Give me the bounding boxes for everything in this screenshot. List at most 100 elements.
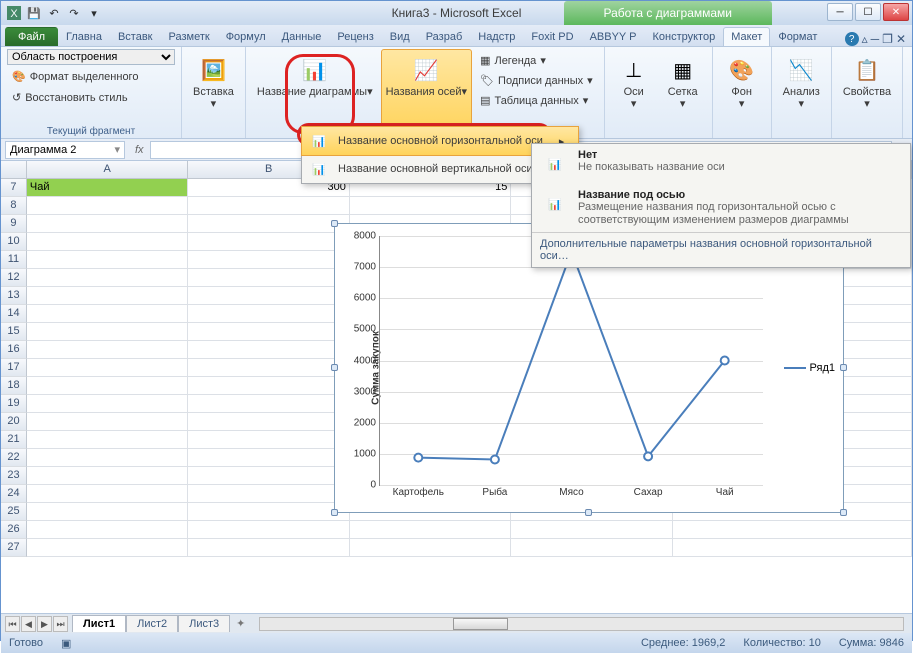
row-9[interactable]: 9 [1, 215, 27, 233]
doc-close-icon[interactable]: ✕ [896, 32, 906, 46]
fx-icon[interactable]: fx [129, 144, 150, 156]
row-15[interactable]: 15 [1, 323, 27, 341]
row-14[interactable]: 14 [1, 305, 27, 323]
cell-B21[interactable] [188, 431, 349, 449]
row-27[interactable]: 27 [1, 539, 27, 557]
row-11[interactable]: 11 [1, 251, 27, 269]
axes-button[interactable]: ⊥Оси▾ [611, 49, 657, 136]
data-table-button[interactable]: ▤Таблица данных ▾ [475, 91, 598, 110]
cell-A8[interactable] [27, 197, 188, 215]
format-selection-button[interactable]: 🎨Формат выделенного [7, 67, 175, 86]
cell-B25[interactable] [188, 503, 349, 521]
cell-A10[interactable] [27, 233, 188, 251]
cell-A9[interactable] [27, 215, 188, 233]
cell-B27[interactable] [188, 539, 349, 557]
cell-A22[interactable] [27, 449, 188, 467]
cell-B13[interactable] [188, 287, 349, 305]
row-20[interactable]: 20 [1, 413, 27, 431]
cell-A25[interactable] [27, 503, 188, 521]
horizontal-scrollbar[interactable] [259, 617, 904, 631]
tab-page-layout[interactable]: Разметк [161, 27, 218, 46]
tab-formulas[interactable]: Формул [218, 27, 274, 46]
tab-addins[interactable]: Надстр [470, 27, 523, 46]
cell-B8[interactable] [188, 197, 349, 215]
doc-restore-icon[interactable]: ❐ [882, 32, 893, 46]
properties-button[interactable]: 📋Свойства▾ [838, 49, 896, 111]
cell-B23[interactable] [188, 467, 349, 485]
cell-B16[interactable] [188, 341, 349, 359]
cell-A20[interactable] [27, 413, 188, 431]
chart-legend[interactable]: Ряд1 [784, 362, 835, 374]
cell-B22[interactable] [188, 449, 349, 467]
cell-B18[interactable] [188, 377, 349, 395]
chart-handle-s[interactable] [585, 509, 592, 516]
cell-A26[interactable] [27, 521, 188, 539]
row-26[interactable]: 26 [1, 521, 27, 539]
chart-handle-sw[interactable] [331, 509, 338, 516]
row-16[interactable]: 16 [1, 341, 27, 359]
cell-B12[interactable] [188, 269, 349, 287]
data-labels-button[interactable]: 🏷Подписи данных ▾ [475, 71, 598, 90]
sheet-tab-3[interactable]: Лист3 [178, 615, 230, 632]
tab-chart-format[interactable]: Формат [770, 27, 825, 46]
ribbon-minimize-icon[interactable]: ▵ [862, 32, 868, 46]
row-8[interactable]: 8 [1, 197, 27, 215]
tab-home[interactable]: Главна [58, 27, 110, 46]
cell-A18[interactable] [27, 377, 188, 395]
cell-B10[interactable] [188, 233, 349, 251]
cell-A27[interactable] [27, 539, 188, 557]
tab-nav-last[interactable]: ⏭ [53, 616, 68, 632]
tab-data[interactable]: Данные [274, 27, 330, 46]
row-10[interactable]: 10 [1, 233, 27, 251]
insert-button[interactable]: 🖼️ Вставка▾ [188, 49, 239, 111]
cell-D26[interactable] [511, 521, 672, 539]
plot-area[interactable]: 010002000300040005000600070008000Картофе… [379, 236, 763, 486]
tab-nav-next[interactable]: ▶ [37, 616, 52, 632]
cell-A15[interactable] [27, 323, 188, 341]
help-icon[interactable]: ? [845, 32, 859, 46]
row-25[interactable]: 25 [1, 503, 27, 521]
tab-view[interactable]: Вид [382, 27, 418, 46]
cell-A7[interactable]: Чай [27, 179, 188, 197]
cell-A12[interactable] [27, 269, 188, 287]
cell-E26[interactable] [673, 521, 912, 539]
cell-B17[interactable] [188, 359, 349, 377]
cell-A13[interactable] [27, 287, 188, 305]
chart-handle-se[interactable] [840, 509, 847, 516]
tab-nav-prev[interactable]: ◀ [21, 616, 36, 632]
cell-B19[interactable] [188, 395, 349, 413]
macro-icon[interactable]: ▣ [61, 637, 71, 650]
row-12[interactable]: 12 [1, 269, 27, 287]
undo-icon[interactable]: ↶ [45, 4, 63, 22]
cell-A21[interactable] [27, 431, 188, 449]
cell-A14[interactable] [27, 305, 188, 323]
chart-handle-nw[interactable] [331, 220, 338, 227]
cell-A19[interactable] [27, 395, 188, 413]
analysis-button[interactable]: 📉Анализ▾ [778, 49, 825, 111]
row-24[interactable]: 24 [1, 485, 27, 503]
chart-handle-w[interactable] [331, 364, 338, 371]
minimize-button[interactable]: ─ [827, 3, 853, 21]
chart-title-button[interactable]: 📊 Название диаграммы▾ [252, 49, 378, 136]
qat-more-icon[interactable]: ▾ [85, 4, 103, 22]
cell-C27[interactable] [350, 539, 511, 557]
tab-chart-layout[interactable]: Макет [723, 27, 770, 46]
row-21[interactable]: 21 [1, 431, 27, 449]
cell-B14[interactable] [188, 305, 349, 323]
sheet-tab-1[interactable]: Лист1 [72, 615, 126, 632]
tab-insert[interactable]: Вставк [110, 27, 161, 46]
doc-minimize-icon[interactable]: ─ [871, 32, 880, 46]
cell-B11[interactable] [188, 251, 349, 269]
tab-review[interactable]: Реценз [329, 27, 381, 46]
row-17[interactable]: 17 [1, 359, 27, 377]
axis-title-below[interactable]: 📊 Название под осьюРазмещение названия п… [532, 184, 910, 232]
cell-A23[interactable] [27, 467, 188, 485]
row-19[interactable]: 19 [1, 395, 27, 413]
close-button[interactable]: ✕ [883, 3, 909, 21]
select-all-corner[interactable] [1, 161, 27, 178]
cell-B24[interactable] [188, 485, 349, 503]
axis-titles-button[interactable]: 📈 Названия осей▾ [381, 49, 472, 136]
excel-icon[interactable]: X [5, 4, 23, 22]
row-7[interactable]: 7 [1, 179, 27, 197]
cell-C8[interactable] [350, 197, 511, 215]
